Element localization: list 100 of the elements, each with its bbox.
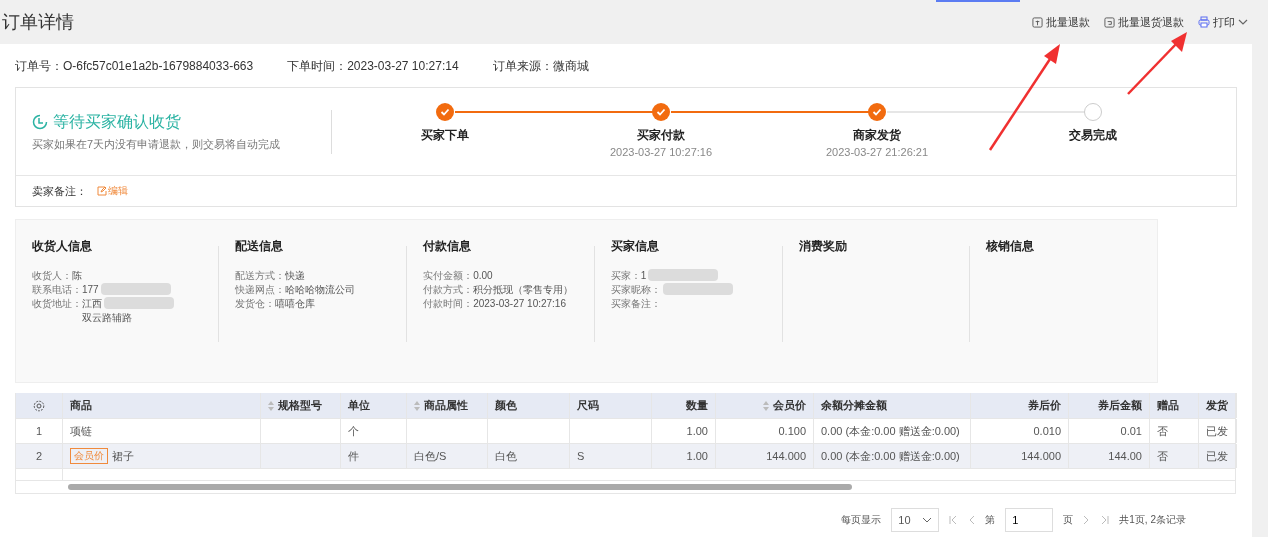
table-cell: 0.100: [778, 425, 806, 437]
column-header: 单位: [341, 393, 407, 418]
table-cell: 裙子: [112, 448, 134, 464]
column-header[interactable]: 会员价: [716, 393, 814, 418]
table-cell: 白色/S: [414, 448, 447, 464]
step-label: 交易完成: [1069, 127, 1117, 144]
table-cell: 144.000: [766, 450, 806, 462]
info-value: 快递: [285, 269, 306, 283]
order-meta-text: 订单号：O-6fc57c01e1a2b-1679884033-663: [15, 58, 254, 75]
table-cell: 144.000: [1021, 450, 1061, 462]
step-time: 2023-03-27 21:26:21: [825, 146, 929, 158]
table-cell: 0.010: [1033, 425, 1061, 437]
order-meta-text: 订单来源：微商城: [492, 58, 589, 75]
step-label: 买家下单: [421, 127, 469, 144]
column-header: 颜色: [488, 393, 570, 418]
table-cell: 件: [348, 448, 359, 464]
printer-icon: [1198, 16, 1210, 28]
chevron-down-icon: [922, 516, 933, 523]
sort-icon: [268, 400, 274, 411]
row-number: 1: [35, 425, 43, 437]
annotation-arrow: [1127, 32, 1187, 95]
section-title: 收货人信息: [32, 238, 93, 255]
row-number: 2: [35, 450, 43, 462]
column-header[interactable]: 商品属性: [407, 393, 488, 418]
scrollbar-thumb[interactable]: [68, 484, 852, 490]
info-value: 积分抵现（零售专用）: [473, 283, 574, 297]
info-label: 买家：: [610, 269, 641, 283]
column-header: 券后金额: [1069, 393, 1150, 418]
table-cell: 个: [348, 423, 359, 439]
table-cell: S: [577, 450, 585, 462]
page-summary: 共1页, 2条记录: [1119, 512, 1186, 527]
first-page-icon[interactable]: [949, 514, 959, 525]
return-button[interactable]: 批量退货退款: [1104, 14, 1184, 30]
column-header: 数量: [652, 393, 716, 418]
table-row[interactable]: 1 项链 个 1.00 0.100 0.00 (本金:0.00 赠送金:0.00) 0.010 0.01 否 已发: [16, 419, 1235, 444]
edit-icon: [97, 186, 107, 196]
page-input[interactable]: 1: [1005, 507, 1054, 532]
info-value: 双云路辅路: [82, 311, 132, 325]
table-cell: 1.00: [686, 450, 708, 462]
table-cell: 0.00 (本金:0.00 赠送金:0.00): [821, 423, 960, 439]
next-page-icon[interactable]: [1083, 514, 1091, 525]
info-label: 买家昵称：: [610, 283, 661, 297]
step-time: 2023-03-27 10:27:16: [609, 146, 713, 158]
info-label: 快递网点：: [235, 283, 286, 297]
page-suffix: 页: [1063, 512, 1074, 527]
table-cell: 项链: [70, 423, 92, 439]
settings-icon[interactable]: [33, 399, 45, 412]
table-cell: 1.00: [686, 425, 708, 437]
step-label: 买家付款: [637, 127, 685, 144]
column-header: 商品: [63, 393, 261, 418]
info-value: 陈: [72, 269, 82, 283]
column-header[interactable]: 规格型号: [261, 393, 341, 418]
info-value: 2023-03-27 10:27:16: [473, 297, 566, 311]
table-row[interactable]: 2 会员价 裙子 件 白色/S 白色 S 1.00 144.000 0.00 (本金:0.00 赠送金:0.00) 144.000 144.00 否 已发: [16, 444, 1235, 469]
section-title: 配送信息: [235, 238, 285, 255]
member-price-tag: 会员价: [70, 448, 108, 464]
info-label: 实付金额：: [423, 269, 474, 283]
sort-icon: [414, 400, 420, 411]
info-label: 收货人：: [32, 269, 72, 283]
info-value: 0.00: [473, 269, 493, 283]
table-cell: 否: [1157, 423, 1168, 439]
sort-icon: [763, 400, 769, 411]
info-label: 收货地址：: [32, 297, 82, 311]
previous-page-icon[interactable]: [968, 514, 976, 525]
page-prefix: 第: [985, 512, 996, 527]
info-label: 付款时间：: [423, 297, 474, 311]
column-header: 发货: [1199, 393, 1237, 418]
table-cell: 144.00: [1108, 450, 1142, 462]
per-page-select[interactable]: 10: [891, 507, 940, 532]
section-title: 消费奖励: [798, 238, 848, 255]
info-value: 嘻嘻仓库: [275, 297, 316, 311]
seller-note-label: 卖家备注：: [32, 183, 87, 199]
step-label: 商家发货: [853, 127, 901, 144]
table-cell: 否: [1157, 448, 1168, 464]
clock-icon: [32, 114, 48, 130]
table-cell: 已发: [1206, 423, 1228, 439]
status-title: 等待买家确认收货: [53, 111, 181, 132]
column-header: 余额分摊金额: [814, 393, 971, 418]
info-value: 江西: [82, 297, 102, 311]
refund-button[interactable]: 批量退款: [1032, 14, 1090, 30]
last-page-icon[interactable]: [1100, 514, 1110, 525]
refund-icon: [1032, 16, 1043, 28]
info-label: 买家备注：: [610, 297, 661, 311]
per-page-label: 每页显示: [841, 512, 882, 527]
status-description: 买家如果在7天内没有申请退款，则交易将自动完成: [32, 136, 282, 152]
info-value: 177: [82, 283, 99, 297]
column-header: 券后价: [971, 393, 1069, 418]
info-value: 1: [640, 269, 647, 283]
order-meta-text: 下单时间：2023-03-27 10:27:14: [287, 58, 459, 75]
column-header: 尺码: [570, 393, 652, 418]
return-icon: [1104, 16, 1115, 28]
print-button[interactable]: 打印: [1198, 14, 1248, 30]
page-title: 订单详情: [2, 11, 74, 34]
info-label: 配送方式：: [235, 269, 286, 283]
table-cell: 白色: [495, 448, 517, 464]
info-label: 付款方式：: [423, 283, 474, 297]
info-label: 发货仓：: [235, 297, 276, 311]
chevron-down-icon: [1238, 18, 1248, 26]
column-header: 赠品: [1150, 393, 1199, 418]
info-label: 联系电话：: [32, 283, 82, 297]
